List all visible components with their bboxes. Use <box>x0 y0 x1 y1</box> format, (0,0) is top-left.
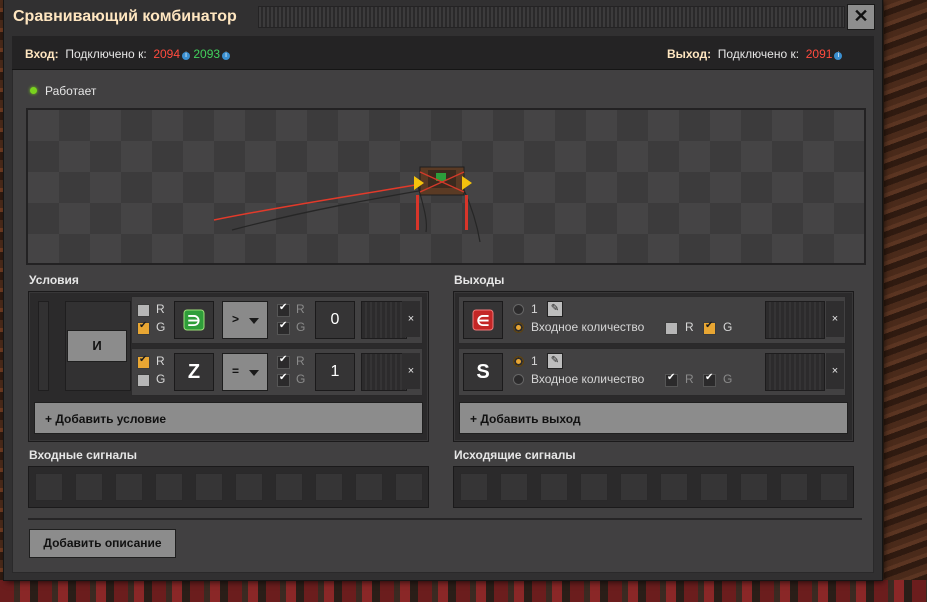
combinator-window: Сравнивающий комбинатор ✕ Вход: Подключе… <box>4 0 882 580</box>
output-preview-slot <box>765 353 825 391</box>
output-connection: Выход: Подключено к: 2091 i <box>667 47 843 61</box>
add-description-button[interactable]: Добавить описание <box>29 529 176 558</box>
left-green-checkbox[interactable] <box>137 374 150 387</box>
output-mode-label: Входное количество <box>531 320 645 334</box>
output-constant: 1 <box>531 302 538 316</box>
output-preview-slot <box>765 301 825 339</box>
output-signal-button[interactable]: S <box>463 353 503 391</box>
output-label: Выход: <box>667 47 712 61</box>
left-green-checkbox[interactable] <box>137 320 150 335</box>
input-count-radio[interactable] <box>513 374 524 385</box>
remove-condition-button[interactable]: × <box>402 353 420 389</box>
conditions-title: Условия <box>29 273 79 287</box>
green-label: G <box>723 320 733 334</box>
green-label: G <box>296 372 306 386</box>
constant-value-radio[interactable] <box>513 356 524 367</box>
right-red-checkbox[interactable] <box>277 302 290 317</box>
divider <box>28 518 862 520</box>
close-button[interactable]: ✕ <box>847 4 875 30</box>
connection-status-bar: Вход: Подключено к: 2094 i 2093 i Выход: П… <box>12 36 874 70</box>
constant-input[interactable]: 1 <box>315 353 355 391</box>
output-signals-strip <box>453 466 854 508</box>
chip-icon: ∋ <box>183 309 205 331</box>
output-red-checkbox[interactable] <box>665 322 678 335</box>
window-title: Сравнивающий комбинатор <box>13 8 237 25</box>
output-mode-label: Входное количество <box>531 372 645 386</box>
edit-pencil-icon[interactable]: ✎ <box>547 301 563 317</box>
red-label: R <box>156 354 165 368</box>
input-connection: Вход: Подключено к: 2094 i 2093 i <box>25 47 231 61</box>
right-green-checkbox[interactable] <box>277 372 290 387</box>
red-label: R <box>296 354 305 368</box>
chip-icon: ∈ <box>472 309 494 331</box>
output-signals-title: Исходящие сигналы <box>454 448 576 462</box>
output-red-network: 2091 <box>805 47 833 61</box>
game-world-bottom <box>0 580 927 602</box>
red-label: R <box>156 302 165 316</box>
input-label: Вход: <box>25 47 59 61</box>
status-working: Работает <box>30 84 96 98</box>
remove-condition-button[interactable]: × <box>402 301 420 337</box>
title-bar: Сравнивающий комбинатор ✕ <box>4 0 882 34</box>
remove-output-button[interactable]: × <box>826 353 844 389</box>
input-count-radio[interactable] <box>513 322 524 333</box>
conditions-panel: И R G ∋ > R G 0 × <box>28 291 429 442</box>
second-signal-slot[interactable] <box>361 353 407 391</box>
first-signal-button[interactable]: Z <box>174 353 214 391</box>
svg-text:∋: ∋ <box>187 312 200 330</box>
green-label: G <box>723 372 733 386</box>
output-green-checkbox[interactable] <box>703 372 716 387</box>
and-bracket <box>38 301 49 391</box>
game-world-right <box>884 0 927 602</box>
input-signals-title: Входные сигналы <box>29 448 138 462</box>
drag-handle[interactable] <box>258 6 845 28</box>
outputs-title: Выходы <box>454 273 505 287</box>
red-label: R <box>685 320 694 334</box>
constant-input[interactable]: 0 <box>315 301 355 339</box>
input-connected-label: Подключено к: <box>65 47 147 61</box>
green-label: G <box>296 320 306 334</box>
comparator-select[interactable]: = <box>222 353 268 391</box>
status-dot-icon <box>30 87 37 94</box>
green-label: G <box>156 372 166 386</box>
output-signal-button[interactable]: ∈ <box>463 301 503 339</box>
status-text: Работает <box>45 84 97 98</box>
second-signal-slot[interactable] <box>361 301 407 339</box>
combinator-preview-image <box>213 166 481 243</box>
condition-row: R G Z = R G 1 × <box>131 348 423 396</box>
output-row: S 1 ✎ Входное количество R G × <box>458 348 846 396</box>
red-label: R <box>296 302 305 316</box>
left-red-checkbox[interactable] <box>137 304 150 317</box>
entity-preview <box>26 108 866 265</box>
edit-pencil-icon[interactable]: ✎ <box>547 353 563 369</box>
output-green-checkbox[interactable] <box>703 320 716 335</box>
svg-text:∈: ∈ <box>476 312 489 330</box>
input-green-network: 2093 <box>193 47 221 61</box>
right-red-checkbox[interactable] <box>277 354 290 369</box>
add-output-button[interactable]: + Добавить выход <box>459 402 848 434</box>
outputs-panel: ∈ 1 ✎ Входное количество R G × S 1 <box>453 291 854 442</box>
remove-output-button[interactable]: × <box>826 301 844 337</box>
add-condition-button[interactable]: + Добавить условие <box>34 402 423 434</box>
left-red-checkbox[interactable] <box>137 354 150 369</box>
red-label: R <box>685 372 694 386</box>
info-icon[interactable]: i <box>834 52 843 60</box>
and-or-toggle-button[interactable]: И <box>67 330 127 362</box>
output-connected-label: Подключено к: <box>717 47 800 61</box>
input-signals-strip <box>28 466 429 508</box>
constant-value-radio[interactable] <box>513 304 524 315</box>
green-label: G <box>156 320 166 334</box>
output-constant: 1 <box>531 354 538 368</box>
output-row: ∈ 1 ✎ Входное количество R G × <box>458 296 846 344</box>
first-signal-button[interactable]: ∋ <box>174 301 214 339</box>
comparator-select[interactable]: > <box>222 301 268 339</box>
right-green-checkbox[interactable] <box>277 320 290 335</box>
info-icon[interactable]: i <box>182 52 191 60</box>
condition-row: R G ∋ > R G 0 × <box>131 296 423 344</box>
output-red-checkbox[interactable] <box>665 372 678 387</box>
window-content: Вход: Подключено к: 2094 i 2093 i Выход: П… <box>12 36 874 573</box>
info-icon[interactable]: i <box>222 52 231 60</box>
input-red-network: 2094 <box>153 47 181 61</box>
